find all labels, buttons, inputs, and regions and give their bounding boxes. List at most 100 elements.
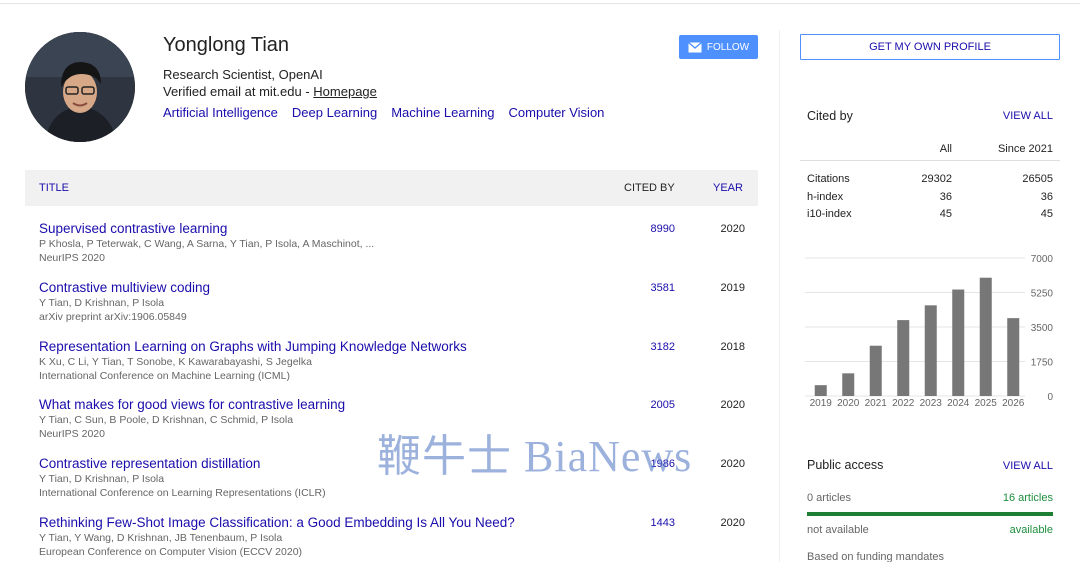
paper-year: 2020 [720, 223, 745, 235]
paper-authors: Y Tian, Y Wang, D Krishnan, JB Tenenbaum… [39, 531, 283, 544]
chart-y-tick-label: 0 [1047, 392, 1053, 403]
paper-year: 2019 [720, 281, 745, 294]
metrics-row: Citations 29302 26505 [800, 170, 1060, 188]
chart-y-tick-label: 5250 [1031, 289, 1054, 300]
interest-link[interactable]: Computer Vision [509, 105, 605, 120]
sort-year[interactable]: YEAR [713, 182, 743, 194]
available-label: available [1009, 524, 1053, 536]
table-row: Contrastive multiview coding Y Tian, D K… [25, 277, 758, 336]
paper-year: 2018 [720, 340, 745, 353]
metric-label: h-index [807, 190, 844, 203]
cited-by-link[interactable]: 3581 [615, 282, 675, 294]
homepage-link[interactable]: Homepage [313, 84, 377, 99]
paper-venue: NeurIPS 2020 [39, 252, 105, 264]
paper-authors: K Xu, C Li, Y Tian, T Sonobe, K Kawaraba… [39, 355, 312, 368]
paper-title-link[interactable]: What makes for good views for contrastiv… [39, 397, 345, 412]
chart-bar[interactable] [897, 320, 910, 396]
interest-link[interactable]: Machine Learning [391, 105, 494, 120]
paper-venue: International Conference on Learning Rep… [39, 487, 326, 500]
paper-venue: European Conference on Computer Vision (… [39, 545, 303, 558]
chart-x-tick-label: 2025 [975, 398, 998, 409]
sort-cited-by[interactable]: CITED BY [624, 182, 675, 194]
paper-venue: NeurIPS 2020 [39, 428, 105, 441]
articles-available-count: 16 articles [1002, 492, 1053, 504]
metric-since: 45 [1040, 208, 1053, 220]
metric-all: 36 [939, 190, 952, 203]
citations-per-year-chart: 7000 5250 3500 1750 0 2019 2020 2021 2022 2023 202… [805, 254, 1054, 409]
paper-year: 2020 [720, 516, 745, 529]
col-all-header: All [939, 143, 952, 155]
cited-by-link[interactable]: 3182 [615, 341, 675, 353]
chart-x-tick-label: 2022 [892, 398, 915, 409]
chart-y-tick-label: 1750 [1031, 358, 1054, 369]
sort-title[interactable]: TITLE [39, 182, 69, 194]
interest-link[interactable]: Deep Learning [292, 105, 377, 120]
interests-list: Artificial Intelligence Deep Learning Ma… [163, 105, 604, 120]
verified-email: Verified email at mit.edu - Homepage [163, 84, 377, 99]
affiliation: Research Scientist, OpenAI [163, 67, 323, 82]
metric-label: i10-index [807, 208, 852, 220]
paper-title-link[interactable]: Contrastive representation distillation [39, 456, 260, 471]
metric-all: 45 [939, 208, 952, 220]
cited-by-link[interactable]: 8990 [615, 223, 675, 235]
column-divider [779, 30, 780, 562]
metrics-row: h-index 36 36 [800, 188, 1060, 206]
chart-x-tick-label: 2020 [837, 398, 860, 409]
paper-venue: International Conference on Machine Lear… [39, 369, 290, 382]
table-row: Supervised contrastive learning P Khosla… [25, 218, 758, 277]
publication-list: Supervised contrastive learning P Khosla… [25, 218, 758, 562]
not-available-label: not available [807, 524, 869, 536]
articles-unavailable-count: 0 articles [807, 492, 852, 504]
chart-x-tick-label: 2021 [865, 398, 888, 409]
chart-bar[interactable] [842, 373, 855, 396]
mail-icon [687, 41, 702, 52]
follow-button[interactable]: FOLLOW [679, 35, 758, 59]
paper-authors: Y Tian, D Krishnan, P Isola [39, 473, 165, 486]
citation-metrics-table: All Since 2021 Citations 29302 26505 h-i… [800, 135, 1060, 223]
top-border [0, 0, 1080, 4]
chart-y-tick-label: 3500 [1031, 323, 1054, 334]
paper-authors: Y Tian, C Sun, B Poole, D Krishnan, C Sc… [39, 414, 294, 427]
metric-since: 26505 [1022, 173, 1053, 185]
cited-by-link[interactable]: 2005 [615, 399, 675, 411]
public-access-view-all-link[interactable]: VIEW ALL [990, 460, 1053, 472]
interest-link[interactable]: Artificial Intelligence [163, 105, 278, 120]
paper-authors: P Khosla, P Teterwak, C Wang, A Sarna, Y… [39, 238, 375, 250]
metric-since: 36 [1040, 190, 1053, 203]
table-row: Representation Learning on Graphs with J… [25, 336, 758, 395]
chart-bar[interactable] [869, 345, 882, 396]
chart-y-tick-label: 7000 [1031, 254, 1054, 265]
get-my-own-profile-button[interactable]: GET MY OWN PROFILE [800, 34, 1060, 60]
chart-bar[interactable] [1007, 318, 1020, 396]
chart-x-tick-label: 2024 [947, 398, 970, 409]
table-row: Rethinking Few-Shot Image Classification… [25, 512, 758, 562]
metric-all: 29302 [921, 173, 952, 185]
chart-bar[interactable] [952, 289, 965, 396]
chart-bar[interactable] [814, 385, 827, 396]
chart-bar[interactable] [979, 277, 992, 396]
avatar[interactable] [25, 32, 135, 142]
paper-title-link[interactable]: Contrastive multiview coding [39, 280, 210, 295]
paper-title-link[interactable]: Representation Learning on Graphs with J… [39, 339, 467, 354]
public-access-heading: Public access [807, 458, 884, 472]
paper-authors: Y Tian, D Krishnan, P Isola [39, 296, 165, 309]
metric-label: Citations [807, 173, 850, 185]
table-header: TITLE CITED BY YEAR [25, 170, 758, 206]
chart-x-tick-label: 2023 [920, 398, 943, 409]
chart-x-tick-label: 2019 [810, 398, 833, 409]
cited-by-view-all-link[interactable]: VIEW ALL [990, 110, 1053, 122]
paper-title-link[interactable]: Rethinking Few-Shot Image Classification… [39, 515, 515, 530]
watermark: 鞭牛士 BiaNews [377, 432, 693, 481]
col-since-header[interactable]: Since 2021 [970, 143, 1053, 155]
cited-by-link[interactable]: 1443 [615, 517, 675, 529]
verified-text: Verified email at mit.edu - [163, 84, 314, 99]
paper-title-link[interactable]: Supervised contrastive learning [39, 221, 227, 236]
metrics-header: All Since 2021 [800, 135, 1060, 161]
funding-mandates-label: Based on funding mandates [807, 551, 944, 562]
paper-venue: arXiv preprint arXiv:1906.05849 [39, 310, 187, 323]
follow-label: FOLLOW [706, 41, 750, 53]
metrics-row: i10-index 45 45 [800, 205, 1060, 223]
paper-year: 2020 [720, 399, 745, 412]
chart-bar[interactable] [924, 305, 937, 396]
availability-bar [807, 512, 1053, 516]
